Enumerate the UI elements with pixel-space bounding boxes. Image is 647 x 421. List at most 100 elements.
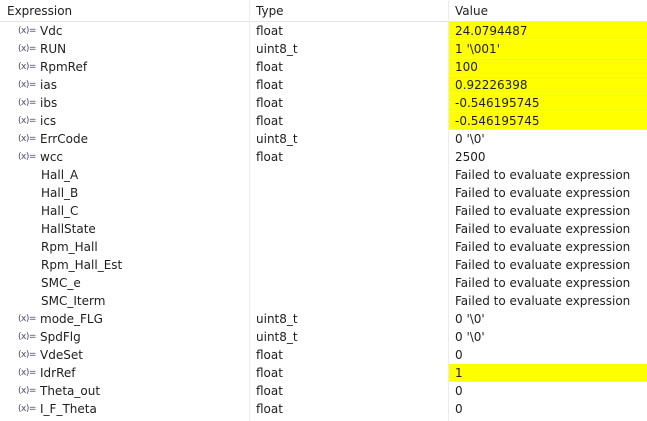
expression-type: uint8_t <box>256 42 298 56</box>
expression-name: Hall_C <box>41 204 79 218</box>
expression-type: float <box>256 96 283 110</box>
expression-row[interactable]: Hall_A Failed to evaluate expression <box>0 166 647 184</box>
expression-value[interactable]: Failed to evaluate expression <box>449 166 647 184</box>
variable-icon: (x)= <box>18 98 36 108</box>
variable-icon: (x)= <box>18 332 36 342</box>
expression-name: Rpm_Hall_Est <box>41 258 123 272</box>
expression-name: ErrCode <box>40 132 88 146</box>
expression-row[interactable]: (x)= mode_FLG uint8_t 0 '\0' <box>0 310 647 328</box>
expression-value-changed[interactable]: -0.546195745 <box>449 112 647 130</box>
expression-name: HallState <box>41 222 96 236</box>
expression-value-changed[interactable]: -0.546195745 <box>449 94 647 112</box>
expression-value-changed[interactable]: 1 <box>449 364 647 382</box>
variable-icon: (x)= <box>18 44 36 54</box>
variable-icon: (x)= <box>18 62 36 72</box>
expression-value-changed[interactable]: 100 <box>449 58 647 76</box>
variable-icon: (x)= <box>18 404 36 414</box>
variable-icon: (x)= <box>18 350 36 360</box>
expression-type: float <box>256 366 283 380</box>
type-column-header[interactable]: Type <box>256 4 284 18</box>
expression-value-changed[interactable]: 24.0794487 <box>449 22 647 40</box>
expression-value[interactable]: Failed to evaluate expression <box>449 202 647 220</box>
expression-row[interactable]: SMC_e Failed to evaluate expression <box>0 274 647 292</box>
expression-type: float <box>256 60 283 74</box>
expression-type: float <box>256 384 283 398</box>
variable-icon: (x)= <box>18 26 36 36</box>
expression-name: RpmRef <box>40 60 88 74</box>
expression-row[interactable]: (x)= Vdc float 24.0794487 <box>0 22 647 40</box>
expression-type: float <box>256 402 283 416</box>
variable-icon: (x)= <box>18 314 36 324</box>
expression-value[interactable]: Failed to evaluate expression <box>449 184 647 202</box>
expression-name: VdeSet <box>40 348 83 362</box>
variable-icon: (x)= <box>18 152 36 162</box>
expression-name: Vdc <box>40 24 63 38</box>
expression-type: float <box>256 24 283 38</box>
expression-name: ics <box>40 114 57 128</box>
expression-row[interactable]: (x)= ias float 0.92226398 <box>0 76 647 94</box>
expression-value-changed[interactable]: 1 '\001' <box>449 40 647 58</box>
expression-row[interactable]: (x)= RpmRef float 100 <box>0 58 647 76</box>
expression-row[interactable]: (x)= SpdFlg uint8_t 0 '\0' <box>0 328 647 346</box>
expression-name: ias <box>40 78 57 92</box>
expression-name: Rpm_Hall <box>41 240 98 254</box>
expression-name: I_F_Theta <box>40 402 97 416</box>
expression-name: Theta_out <box>40 384 101 398</box>
expression-row[interactable]: (x)= ErrCode uint8_t 0 '\0' <box>0 130 647 148</box>
expression-row[interactable]: (x)= IdrRef float 1 <box>0 364 647 382</box>
expression-name: RUN <box>40 42 67 56</box>
variable-icon: (x)= <box>18 80 36 90</box>
expression-row[interactable]: (x)= RUN uint8_t 1 '\001' <box>0 40 647 58</box>
column-header: Expression Type Value <box>0 0 647 22</box>
expression-name: IdrRef <box>40 366 76 380</box>
expressions-view: Expression Type Value (x)= Vdc float 24.079… <box>0 0 647 421</box>
expression-name: SMC_e <box>41 276 81 290</box>
expression-type: float <box>256 150 283 164</box>
variable-icon: (x)= <box>18 134 36 144</box>
expression-value[interactable]: 0 '\0' <box>449 310 647 328</box>
expression-value[interactable]: 0 '\0' <box>449 130 647 148</box>
expression-name: SpdFlg <box>40 330 81 344</box>
expression-column-header[interactable]: Expression <box>7 4 72 18</box>
expression-type: float <box>256 78 283 92</box>
expression-name: Hall_A <box>41 168 79 182</box>
expression-value-changed[interactable]: 0.92226398 <box>449 76 647 94</box>
expression-row[interactable]: (x)= ics float -0.546195745 <box>0 112 647 130</box>
expression-name: ibs <box>40 96 58 110</box>
expression-value[interactable]: Failed to evaluate expression <box>449 274 647 292</box>
expression-row[interactable]: (x)= wcc float 2500 <box>0 148 647 166</box>
expression-row[interactable]: Hall_B Failed to evaluate expression <box>0 184 647 202</box>
expression-list: (x)= Vdc float 24.0794487 (x)= RUN uint8_t 1 '\… <box>0 22 647 418</box>
expression-value[interactable]: 0 <box>449 346 647 364</box>
expression-value[interactable]: 0 <box>449 382 647 400</box>
expression-type: float <box>256 348 283 362</box>
variable-icon: (x)= <box>18 386 36 396</box>
variable-icon: (x)= <box>18 368 36 378</box>
expression-name: SMC_Iterm <box>41 294 106 308</box>
expression-row[interactable]: (x)= ibs float -0.546195745 <box>0 94 647 112</box>
expression-type: uint8_t <box>256 330 298 344</box>
expression-value[interactable]: 2500 <box>449 148 647 166</box>
expression-row[interactable]: Rpm_Hall_Est Failed to evaluate expressio… <box>0 256 647 274</box>
expression-value[interactable]: 0 <box>449 400 647 418</box>
expression-row[interactable]: (x)= VdeSet float 0 <box>0 346 647 364</box>
value-column-header[interactable]: Value <box>455 4 488 18</box>
expression-type: float <box>256 114 283 128</box>
expression-type: uint8_t <box>256 312 298 326</box>
expression-name: mode_FLG <box>40 312 103 326</box>
expression-row[interactable]: Rpm_Hall Failed to evaluate expression <box>0 238 647 256</box>
expression-value[interactable]: Failed to evaluate expression <box>449 220 647 238</box>
expression-row[interactable]: Hall_C Failed to evaluate expression <box>0 202 647 220</box>
expression-row[interactable]: (x)= Theta_out float 0 <box>0 382 647 400</box>
expression-row[interactable]: SMC_Iterm Failed to evaluate expression <box>0 292 647 310</box>
expression-value[interactable]: Failed to evaluate expression <box>449 292 647 310</box>
expression-value[interactable]: 0 '\0' <box>449 328 647 346</box>
variable-icon: (x)= <box>18 116 36 126</box>
expression-name: wcc <box>40 150 64 164</box>
expression-name: Hall_B <box>41 186 79 200</box>
expression-type: uint8_t <box>256 132 298 146</box>
expression-value[interactable]: Failed to evaluate expression <box>449 256 647 274</box>
expression-row[interactable]: HallState Failed to evaluate expression <box>0 220 647 238</box>
expression-row[interactable]: (x)= I_F_Theta float 0 <box>0 400 647 418</box>
expression-value[interactable]: Failed to evaluate expression <box>449 238 647 256</box>
